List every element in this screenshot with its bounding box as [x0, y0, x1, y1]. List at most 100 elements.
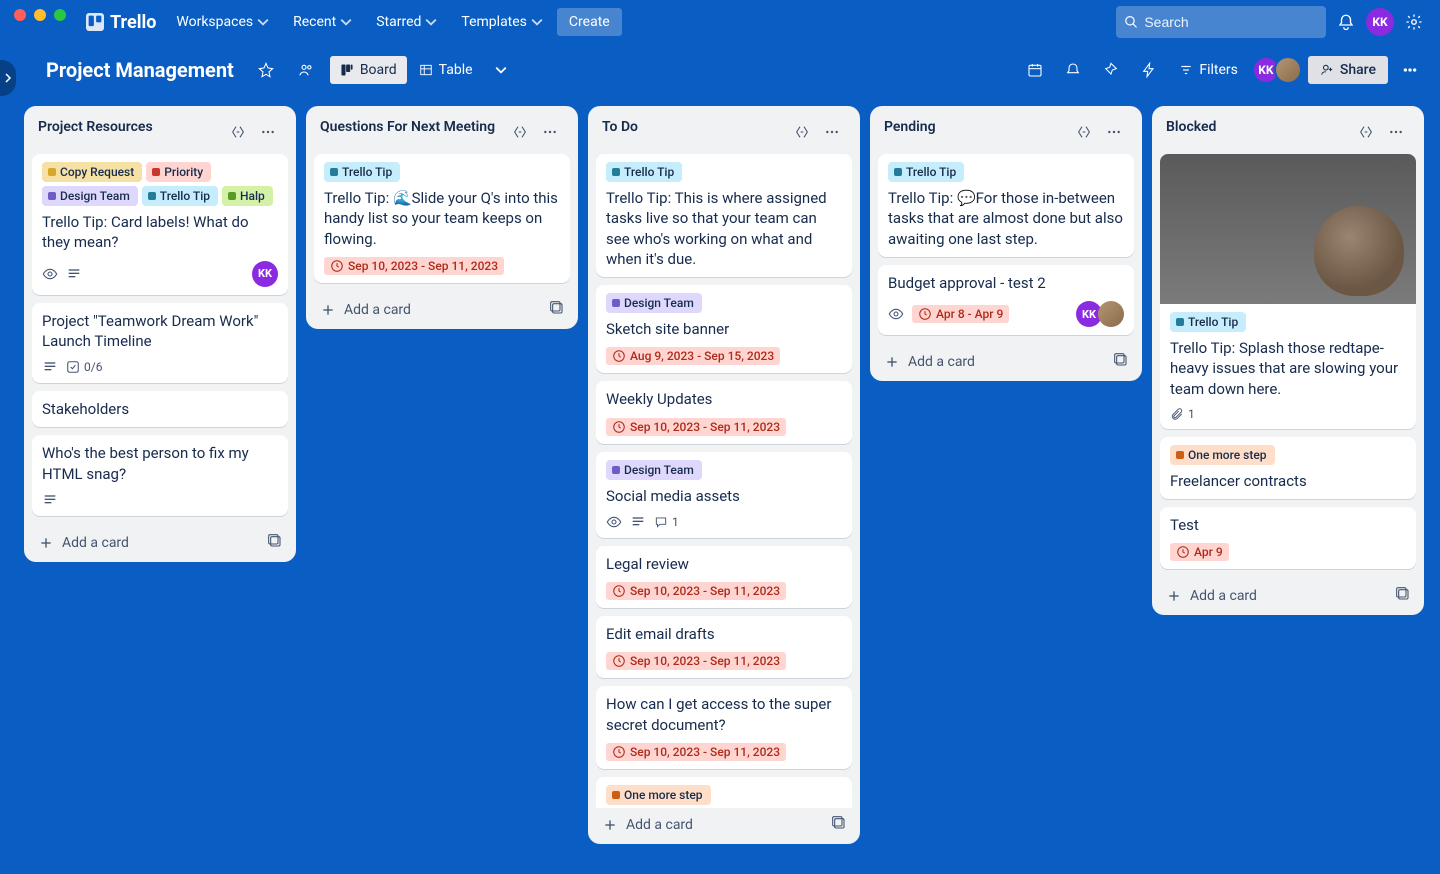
help-button[interactable]	[1398, 6, 1430, 38]
nav-recent[interactable]: Recent	[283, 8, 362, 36]
collapse-list-button[interactable]	[1070, 118, 1098, 146]
member-avatar[interactable]	[1274, 56, 1302, 84]
due-date-badge[interactable]: Sep 10, 2023 - Sep 11, 2023	[606, 652, 786, 670]
card[interactable]: Legal reviewSep 10, 2023 - Sep 11, 2023	[596, 546, 852, 608]
card-badges: 0/6	[42, 359, 278, 375]
list-title[interactable]: To Do	[602, 118, 788, 136]
nav-starred[interactable]: Starred	[366, 8, 447, 36]
powerup-button[interactable]	[1095, 54, 1127, 86]
due-date-badge[interactable]: Apr 9	[1170, 543, 1229, 561]
due-date-badge[interactable]: Sep 10, 2023 - Sep 11, 2023	[606, 582, 786, 600]
card[interactable]: Design TeamSketch site bannerAug 9, 2023…	[596, 285, 852, 373]
label-halp[interactable]: Halp	[222, 186, 273, 206]
card[interactable]: TestApr 9	[1160, 507, 1416, 569]
chevron-down-icon	[425, 16, 437, 28]
card[interactable]: Copy RequestPriority Design TeamTrello Ti…	[32, 154, 288, 295]
collapse-list-button[interactable]	[788, 118, 816, 146]
view-more-button[interactable]	[485, 56, 517, 84]
collapse-list-button[interactable]	[224, 118, 252, 146]
card-template-button[interactable]	[824, 808, 852, 836]
label-one_more_step[interactable]: One more step	[1170, 445, 1275, 465]
nav-workspaces[interactable]: Workspaces	[166, 8, 279, 36]
card[interactable]: Trello TipTrello Tip: 🌊Slide your Q's in…	[314, 154, 570, 283]
collapse-list-button[interactable]	[506, 118, 534, 146]
card[interactable]: Trello TipTrello Tip: This is where assi…	[596, 154, 852, 277]
add-card-button[interactable]: Add a card	[596, 809, 824, 835]
card[interactable]: Budget approval - test 2Apr 8 - Apr 9KK	[878, 265, 1134, 335]
user-avatar[interactable]: KK	[1366, 8, 1394, 36]
list-title[interactable]: Blocked	[1166, 118, 1352, 136]
label-one_more_step[interactable]: One more step	[606, 785, 711, 805]
calendar-button[interactable]	[1019, 54, 1051, 86]
card[interactable]: Design TeamSocial media assets1	[596, 452, 852, 538]
board-members[interactable]: KK	[1252, 56, 1302, 84]
label-design_team[interactable]: Design Team	[606, 460, 702, 480]
card[interactable]: One more step	[596, 777, 852, 808]
card[interactable]: Project "Teamwork Dream Work" Launch Tim…	[32, 303, 288, 384]
label-design_team[interactable]: Design Team	[606, 293, 702, 313]
add-card-button[interactable]: Add a card	[1160, 580, 1388, 606]
card-template-button[interactable]	[542, 293, 570, 321]
list-header: Pending	[878, 114, 1134, 154]
card[interactable]: Stakeholders	[32, 391, 288, 427]
filters-button[interactable]: Filters	[1171, 56, 1246, 84]
nav-templates[interactable]: Templates	[451, 8, 553, 36]
star-button[interactable]	[250, 54, 282, 86]
list-title[interactable]: Project Resources	[38, 118, 224, 136]
label-trello_tip[interactable]: Trello Tip	[888, 162, 964, 182]
list-title[interactable]: Questions For Next Meeting	[320, 118, 506, 136]
label-trello_tip[interactable]: Trello Tip	[1170, 312, 1246, 332]
due-date-badge[interactable]: Sep 10, 2023 - Sep 11, 2023	[606, 743, 786, 761]
card[interactable]: Edit email draftsSep 10, 2023 - Sep 11, …	[596, 616, 852, 678]
member-avatar[interactable]: KK	[252, 261, 278, 287]
card[interactable]: Weekly UpdatesSep 10, 2023 - Sep 11, 202…	[596, 381, 852, 443]
card-template-button[interactable]	[1388, 579, 1416, 607]
card[interactable]: Trello TipTrello Tip: 💬For those in-betw…	[878, 154, 1134, 257]
label-priority[interactable]: Priority	[146, 162, 211, 182]
label-design_team[interactable]: Design Team	[42, 186, 138, 206]
due-date-badge[interactable]: Sep 10, 2023 - Sep 11, 2023	[606, 418, 786, 436]
view-table-button[interactable]: Table	[409, 56, 483, 84]
board-title[interactable]: Project Management	[38, 54, 242, 86]
label-trello_tip[interactable]: Trello Tip	[324, 162, 400, 182]
label-trello_tip[interactable]: Trello Tip	[606, 162, 682, 182]
due-date-badge[interactable]: Sep 10, 2023 - Sep 11, 2023	[324, 257, 504, 275]
watch-icon	[42, 266, 58, 282]
brand-logo[interactable]: Trello	[80, 8, 162, 37]
collapse-list-button[interactable]	[1352, 118, 1380, 146]
due-date-badge[interactable]: Aug 9, 2023 - Sep 15, 2023	[606, 347, 780, 365]
list-menu-button[interactable]	[536, 118, 564, 146]
notifications-button[interactable]	[1330, 6, 1362, 38]
table-icon	[419, 63, 433, 77]
card-labels: Design Team	[606, 293, 842, 313]
add-card-button[interactable]: Add a card	[314, 294, 542, 320]
automation-button[interactable]	[1057, 54, 1089, 86]
list-menu-button[interactable]	[1382, 118, 1410, 146]
visibility-button[interactable]	[290, 54, 322, 86]
calendar-icon	[1027, 62, 1043, 78]
label-trello_tip[interactable]: Trello Tip	[142, 186, 218, 206]
label-copy_request[interactable]: Copy Request	[42, 162, 142, 182]
due-date-badge[interactable]: Apr 8 - Apr 9	[912, 305, 1009, 323]
list-menu-button[interactable]	[254, 118, 282, 146]
card-template-button[interactable]	[260, 526, 288, 554]
card[interactable]: Who's the best person to fix my HTML sna…	[32, 435, 288, 516]
card[interactable]: One more stepFreelancer contracts	[1160, 437, 1416, 499]
board-canvas[interactable]: Project Resources Copy RequestPriority Des…	[0, 96, 1440, 874]
board-menu-button[interactable]	[1394, 54, 1426, 86]
add-card-button[interactable]: Add a card	[32, 527, 260, 553]
card-template-button[interactable]	[1106, 345, 1134, 373]
add-card-button[interactable]: Add a card	[878, 346, 1106, 372]
list-menu-button[interactable]	[1100, 118, 1128, 146]
share-button[interactable]: Share	[1308, 56, 1388, 84]
member-avatar[interactable]	[1098, 301, 1124, 327]
list-title[interactable]: Pending	[884, 118, 1070, 136]
search-box[interactable]	[1116, 6, 1326, 38]
list-menu-button[interactable]	[818, 118, 846, 146]
view-board-button[interactable]: Board	[330, 56, 407, 84]
bolt-button[interactable]	[1133, 54, 1165, 86]
card[interactable]: Trello TipTrello Tip: Splash those redta…	[1160, 154, 1416, 429]
search-input[interactable]	[1144, 14, 1318, 30]
card[interactable]: How can I get access to the super secret…	[596, 686, 852, 769]
create-button[interactable]: Create	[557, 8, 622, 36]
